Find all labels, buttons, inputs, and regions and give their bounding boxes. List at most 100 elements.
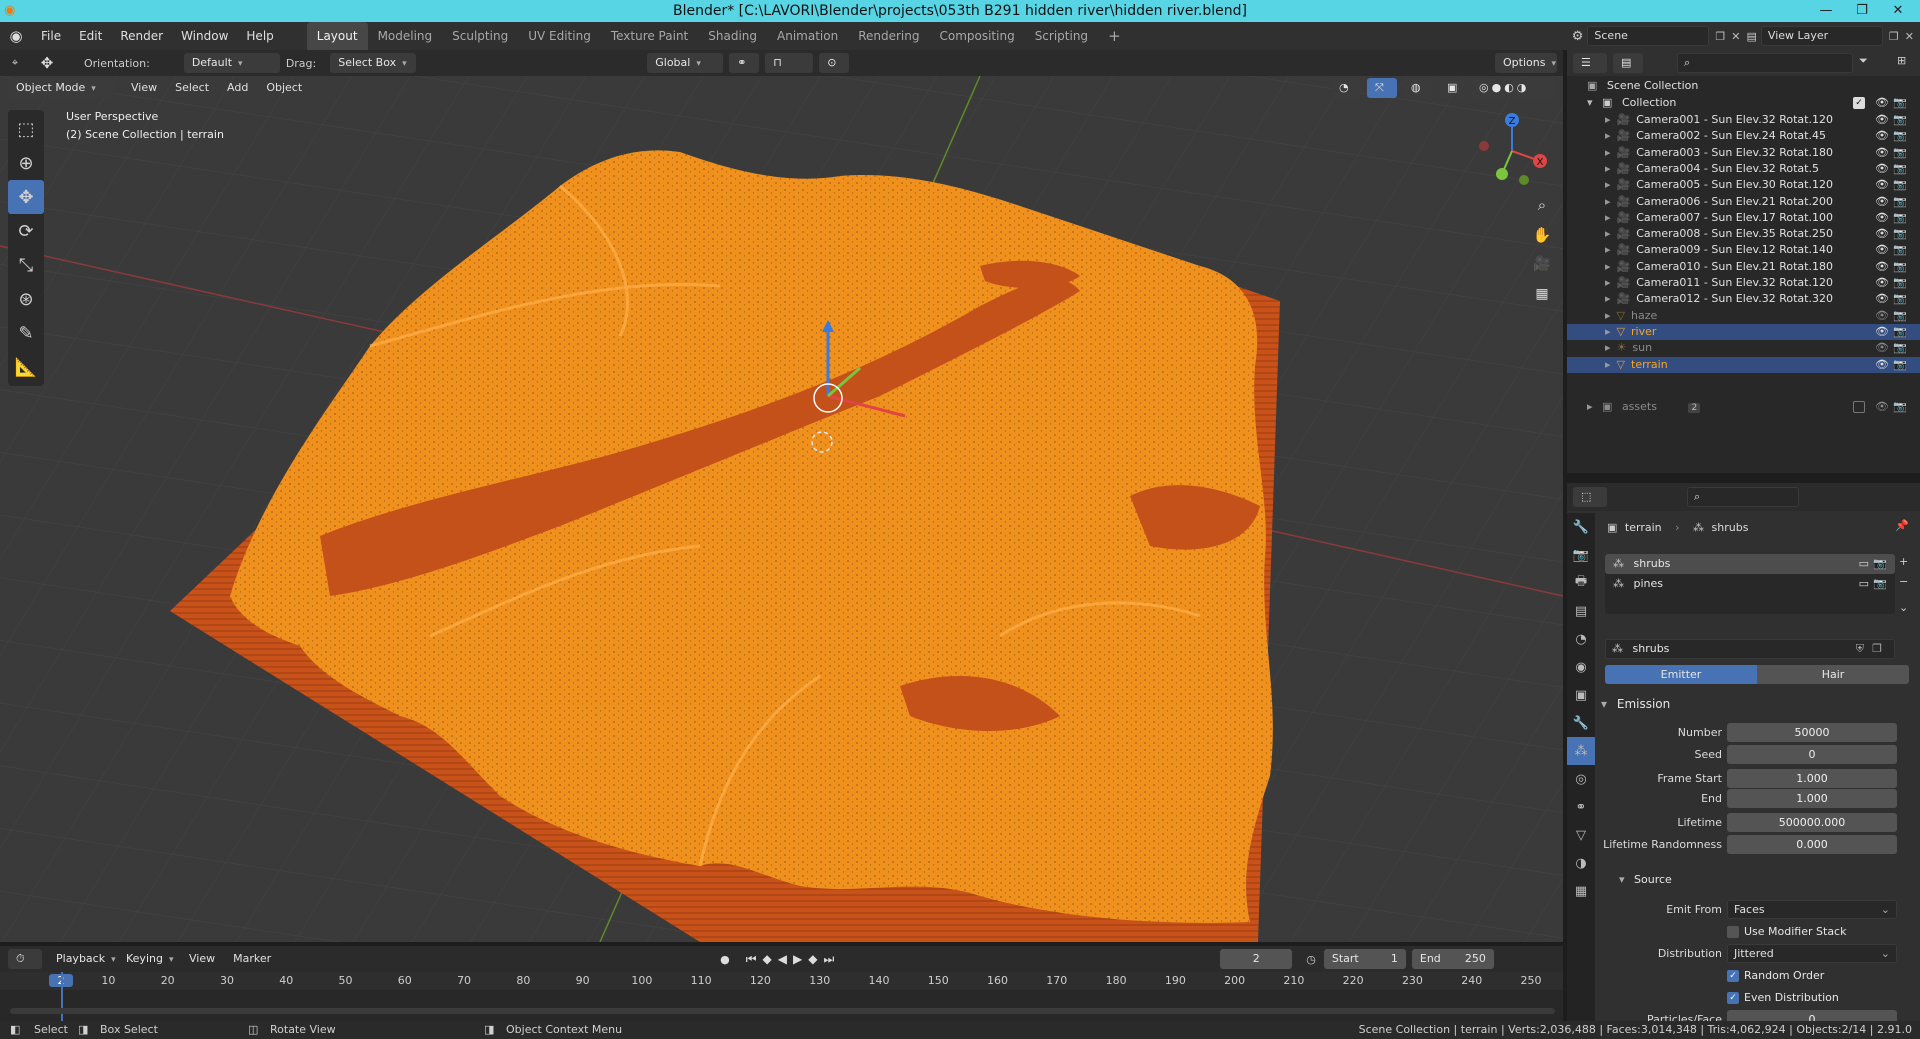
- blender-menu-icon[interactable]: ◉: [0, 27, 32, 45]
- eye-icon[interactable]: 👁: [1875, 177, 1889, 193]
- menu-file[interactable]: File: [32, 22, 70, 50]
- render-camera-icon[interactable]: 📷: [1893, 210, 1907, 226]
- emit-from-dropdown[interactable]: Faces ⌄: [1727, 900, 1897, 919]
- field-value[interactable]: 1.000: [1727, 769, 1897, 788]
- modifier-tab-icon[interactable]: 🔧: [1567, 709, 1595, 737]
- viewport-display-icon[interactable]: ▭: [1859, 554, 1869, 574]
- outliner-item[interactable]: ▸ 🎥 Camera004 - Sun Elev.32 Rotat.5 👁 📷: [1567, 161, 1920, 177]
- outliner-item[interactable]: ▸ 🎥 Camera011 - Sun Elev.32 Rotat.120 👁 📷: [1567, 275, 1920, 291]
- xray-icon[interactable]: ▣: [1439, 78, 1465, 98]
- eye-icon[interactable]: 👁: [1875, 161, 1889, 177]
- scene-field[interactable]: Scene: [1587, 26, 1710, 46]
- tab-compositing[interactable]: Compositing: [929, 22, 1024, 50]
- pan-hand-icon[interactable]: ✋: [1530, 226, 1554, 250]
- view-layer-tab-icon[interactable]: ▤: [1567, 597, 1595, 625]
- transform-tool-icon[interactable]: ⊛: [8, 282, 44, 316]
- outliner-item[interactable]: ▸ 🎥 Camera009 - Sun Elev.12 Rotat.140 👁 📷: [1567, 242, 1920, 258]
- marker-menu[interactable]: Marker: [224, 946, 280, 972]
- render-camera-icon[interactable]: 📷: [1873, 574, 1887, 594]
- eye-icon[interactable]: 👁: [1875, 357, 1889, 373]
- viewport-display-icon[interactable]: ▭: [1859, 574, 1869, 594]
- tab-texture-paint[interactable]: Texture Paint: [601, 22, 698, 50]
- outliner-item[interactable]: ▸ 🎥 Camera005 - Sun Elev.30 Rotat.120 👁 📷: [1567, 177, 1920, 193]
- annotate-tool-icon[interactable]: ✎: [8, 316, 44, 350]
- render-camera-icon[interactable]: 📷: [1893, 194, 1907, 210]
- select-box-tool-icon[interactable]: ⬚: [8, 112, 44, 146]
- eye-icon[interactable]: 👁: [1875, 259, 1889, 275]
- current-frame-field[interactable]: 2: [1220, 949, 1293, 969]
- chevron-right-icon[interactable]: ▸: [1605, 260, 1611, 273]
- eye-icon[interactable]: 👁: [1875, 93, 1889, 113]
- random-order-checkbox[interactable]: ✓: [1727, 970, 1739, 982]
- field-value[interactable]: 0.000: [1727, 835, 1897, 854]
- cursor-tool-icon[interactable]: ⊕: [8, 146, 44, 180]
- chevron-right-icon[interactable]: ▸: [1605, 129, 1611, 142]
- tab-scripting[interactable]: Scripting: [1025, 22, 1098, 50]
- render-camera-icon[interactable]: 📷: [1893, 177, 1907, 193]
- minimize-button[interactable]: —: [1808, 0, 1844, 22]
- zoom-icon[interactable]: ⌕: [1530, 196, 1554, 220]
- pin-icon[interactable]: 📌: [1895, 519, 1909, 532]
- chevron-right-icon[interactable]: ▸: [1605, 292, 1611, 305]
- pivot-point-icon[interactable]: ⚭: [729, 53, 760, 73]
- eye-icon[interactable]: 👁: [1875, 291, 1889, 307]
- fake-user-icon[interactable]: ⛨: [1856, 640, 1864, 658]
- playback-menu[interactable]: Playback ▾: [48, 949, 116, 969]
- orientation-dropdown[interactable]: Default ▾: [183, 53, 280, 73]
- perspective-toggle-icon[interactable]: ▦: [1530, 286, 1554, 310]
- list-item[interactable]: ⁂ shrubs ▭ 📷: [1605, 554, 1895, 574]
- tool-tab-icon[interactable]: 🔧: [1567, 513, 1595, 541]
- outliner-item[interactable]: ▸ ▽ haze 👁 📷: [1567, 308, 1920, 324]
- list-item[interactable]: ⁂ pines ▭ 📷: [1605, 574, 1895, 594]
- navigation-gizmo[interactable]: Z X: [1464, 106, 1554, 196]
- tab-sculpting[interactable]: Sculpting: [442, 22, 518, 50]
- render-camera-icon[interactable]: 📷: [1893, 291, 1907, 307]
- chevron-right-icon[interactable]: ▸: [1605, 243, 1611, 256]
- eye-icon[interactable]: 👁: [1875, 242, 1889, 258]
- start-frame-field[interactable]: Start 1: [1323, 949, 1406, 969]
- drag-dropdown[interactable]: Select Box ▾: [330, 53, 417, 73]
- render-camera-icon[interactable]: 📷: [1893, 308, 1907, 324]
- tab-shading[interactable]: Shading: [698, 22, 767, 50]
- eye-icon[interactable]: 👁: [1875, 275, 1889, 291]
- outliner-item[interactable]: ▸ ▽ terrain 👁 📷: [1567, 356, 1920, 373]
- outliner-item[interactable]: ▸ 🎥 Camera006 - Sun Elev.21 Rotat.200 👁 📷: [1567, 194, 1920, 210]
- render-camera-icon[interactable]: 📷: [1893, 397, 1907, 417]
- scene-tab-icon[interactable]: ◔: [1567, 625, 1595, 653]
- mode-dropdown[interactable]: Object Mode ▾: [8, 78, 116, 98]
- chevron-right-icon[interactable]: ▸: [1605, 358, 1611, 371]
- menu-select[interactable]: Select: [166, 76, 218, 100]
- constraints-tab-icon[interactable]: ⚭: [1567, 793, 1595, 821]
- field-value[interactable]: 500000.000: [1727, 813, 1897, 832]
- keying-menu[interactable]: Keying ▾: [118, 949, 174, 969]
- distribution-dropdown[interactable]: Jittered ⌄: [1727, 944, 1897, 963]
- transform-orientation-dropdown[interactable]: Global ▾: [647, 53, 724, 73]
- outliner-item[interactable]: ▸ 🎥 Camera007 - Sun Elev.17 Rotat.100 👁 📷: [1567, 210, 1920, 226]
- record-icon[interactable]: ●: [720, 953, 730, 966]
- outliner-item[interactable]: ▸ 🎥 Camera012 - Sun Elev.32 Rotat.320 👁 📷: [1567, 291, 1920, 307]
- menu-help[interactable]: Help: [237, 22, 282, 50]
- render-camera-icon[interactable]: 📷: [1893, 259, 1907, 275]
- render-camera-icon[interactable]: 📷: [1873, 554, 1887, 574]
- properties-search-input[interactable]: ⌕: [1687, 487, 1799, 507]
- exclude-checkbox[interactable]: [1853, 401, 1865, 413]
- outliner-item[interactable]: ▸ 🎥 Camera001 - Sun Elev.32 Rotat.120 👁 📷: [1567, 112, 1920, 128]
- timeline-scrollbar[interactable]: [10, 1008, 1555, 1014]
- emission-panel-header[interactable]: ▾ Emission: [1601, 697, 1670, 711]
- move-tool-icon[interactable]: ✥: [30, 54, 64, 72]
- editor-type-icon[interactable]: ☰: [1573, 53, 1607, 73]
- view-layer-icon[interactable]: ▤: [1747, 30, 1757, 43]
- menu-window[interactable]: Window: [172, 22, 237, 50]
- render-tab-icon[interactable]: 📷: [1567, 541, 1595, 569]
- render-camera-icon[interactable]: 📷: [1893, 226, 1907, 242]
- chevron-right-icon[interactable]: ▸: [1605, 309, 1611, 322]
- menu-render[interactable]: Render: [111, 22, 172, 50]
- chevron-right-icon[interactable]: ▸: [1605, 227, 1611, 240]
- eye-icon[interactable]: 👁: [1875, 226, 1889, 242]
- camera-view-icon[interactable]: 🎥: [1530, 256, 1554, 280]
- new-view-layer-icon[interactable]: ❐: [1889, 30, 1899, 43]
- snap-icon[interactable]: ⊓: [765, 53, 814, 73]
- menu-view[interactable]: View: [122, 76, 166, 100]
- outliner-assets[interactable]: ▸ ▣ assets 2 👁 📷: [1567, 397, 1920, 417]
- hair-tab[interactable]: Hair: [1757, 665, 1909, 684]
